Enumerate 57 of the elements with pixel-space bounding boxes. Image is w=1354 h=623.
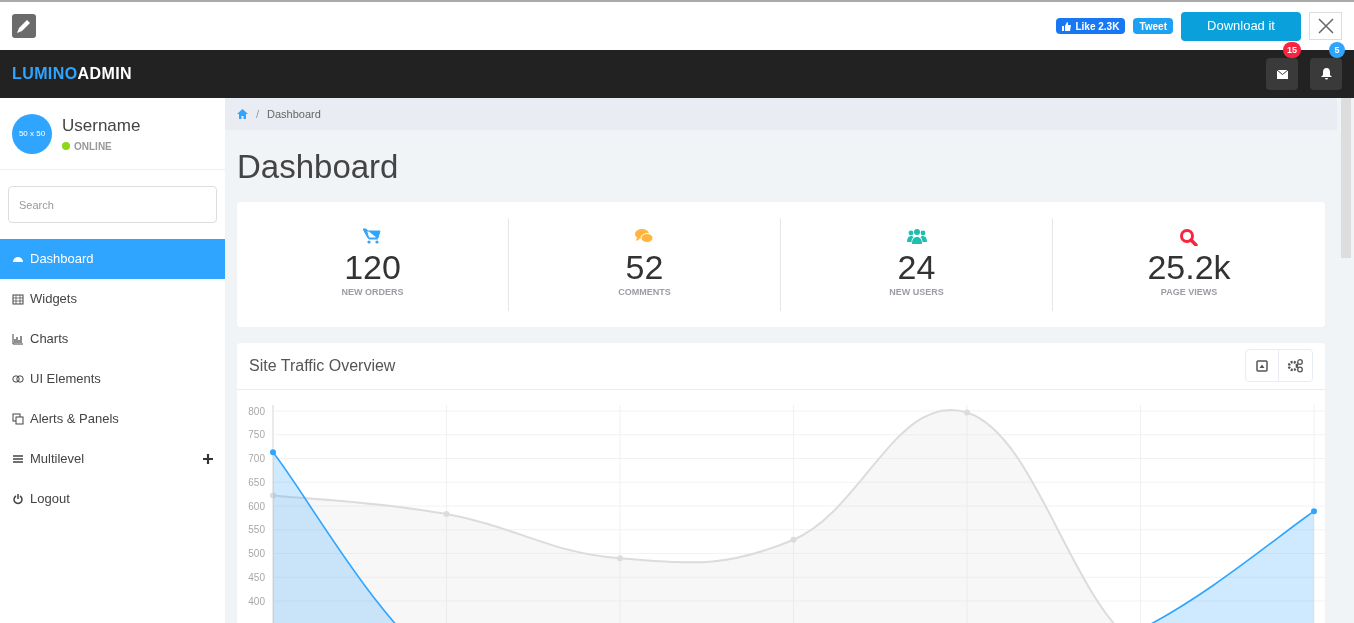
bar-chart-icon [12, 333, 24, 345]
data-point [1311, 507, 1317, 514]
like-button[interactable]: Like 2.3K [1056, 18, 1126, 34]
sidebar-item[interactable]: UI Elements [0, 359, 225, 399]
stat-value: 52 [625, 250, 664, 285]
scrollbar-thumb[interactable] [1341, 98, 1351, 258]
sidebar-item[interactable]: Widgets [0, 279, 225, 319]
close-icon [1317, 18, 1334, 34]
stat-value: 120 [344, 250, 401, 285]
data-point [617, 554, 623, 561]
stat-value: 25.2k [1147, 250, 1231, 285]
y-axis-label: 500 [248, 547, 265, 559]
y-axis-label: 700 [248, 452, 265, 464]
notifications-button[interactable] [1310, 58, 1342, 90]
stat-label: COMMENTS [618, 286, 671, 300]
close-button[interactable] [1309, 12, 1342, 40]
y-axis-label: 650 [248, 476, 265, 488]
panel-title: Site Traffic Overview [249, 355, 396, 376]
y-axis-label: 750 [248, 428, 265, 440]
data-point [443, 510, 450, 517]
sidebar-item[interactable]: Multilevel [0, 439, 225, 479]
page-title: Dashboard [237, 147, 400, 187]
status-text: ONLINE [74, 139, 112, 154]
gears-icon [1287, 358, 1304, 373]
username: Username [62, 115, 141, 138]
power-icon [12, 493, 24, 505]
stat-value: 24 [897, 250, 936, 285]
pencil-logo-icon [12, 14, 36, 38]
stat-label: PAGE VIEWS [1160, 286, 1218, 300]
copy-icon [12, 413, 24, 425]
stat-label: NEW USERS [889, 286, 944, 300]
plus-icon[interactable] [203, 454, 213, 464]
brand-logo[interactable]: LUMINOADMIN [12, 62, 132, 86]
data-point [790, 536, 797, 543]
collapse-icon [1256, 359, 1268, 372]
envelope-icon [1276, 69, 1288, 79]
calendar-icon [12, 293, 24, 305]
avatar: 50 x 50 [12, 113, 52, 154]
y-axis-label: 600 [248, 500, 265, 511]
sidebar-item[interactable]: Charts [0, 319, 225, 359]
alert-count-badge: 5 [1329, 42, 1345, 58]
y-axis-label: 400 [248, 595, 265, 606]
y-axis-label: 450 [248, 571, 265, 583]
sidebar-item[interactable]: Alerts & Panels [0, 399, 225, 439]
data-point [270, 448, 276, 455]
search-field[interactable]: Search [8, 186, 217, 223]
list-icon [12, 453, 24, 465]
y-axis-label: 550 [248, 523, 265, 535]
sidebar-item[interactable]: Logout [0, 479, 225, 519]
breadcrumb-item: Dashboard [267, 106, 321, 122]
stat-label: NEW ORDERS [341, 286, 404, 300]
breadcrumb-separator: / [256, 106, 260, 122]
toggle-icon [12, 373, 24, 385]
messages-button[interactable] [1266, 58, 1298, 90]
y-axis-label: 800 [248, 405, 265, 416]
bell-icon [1320, 68, 1332, 80]
thumbs-up-icon [1062, 21, 1072, 31]
